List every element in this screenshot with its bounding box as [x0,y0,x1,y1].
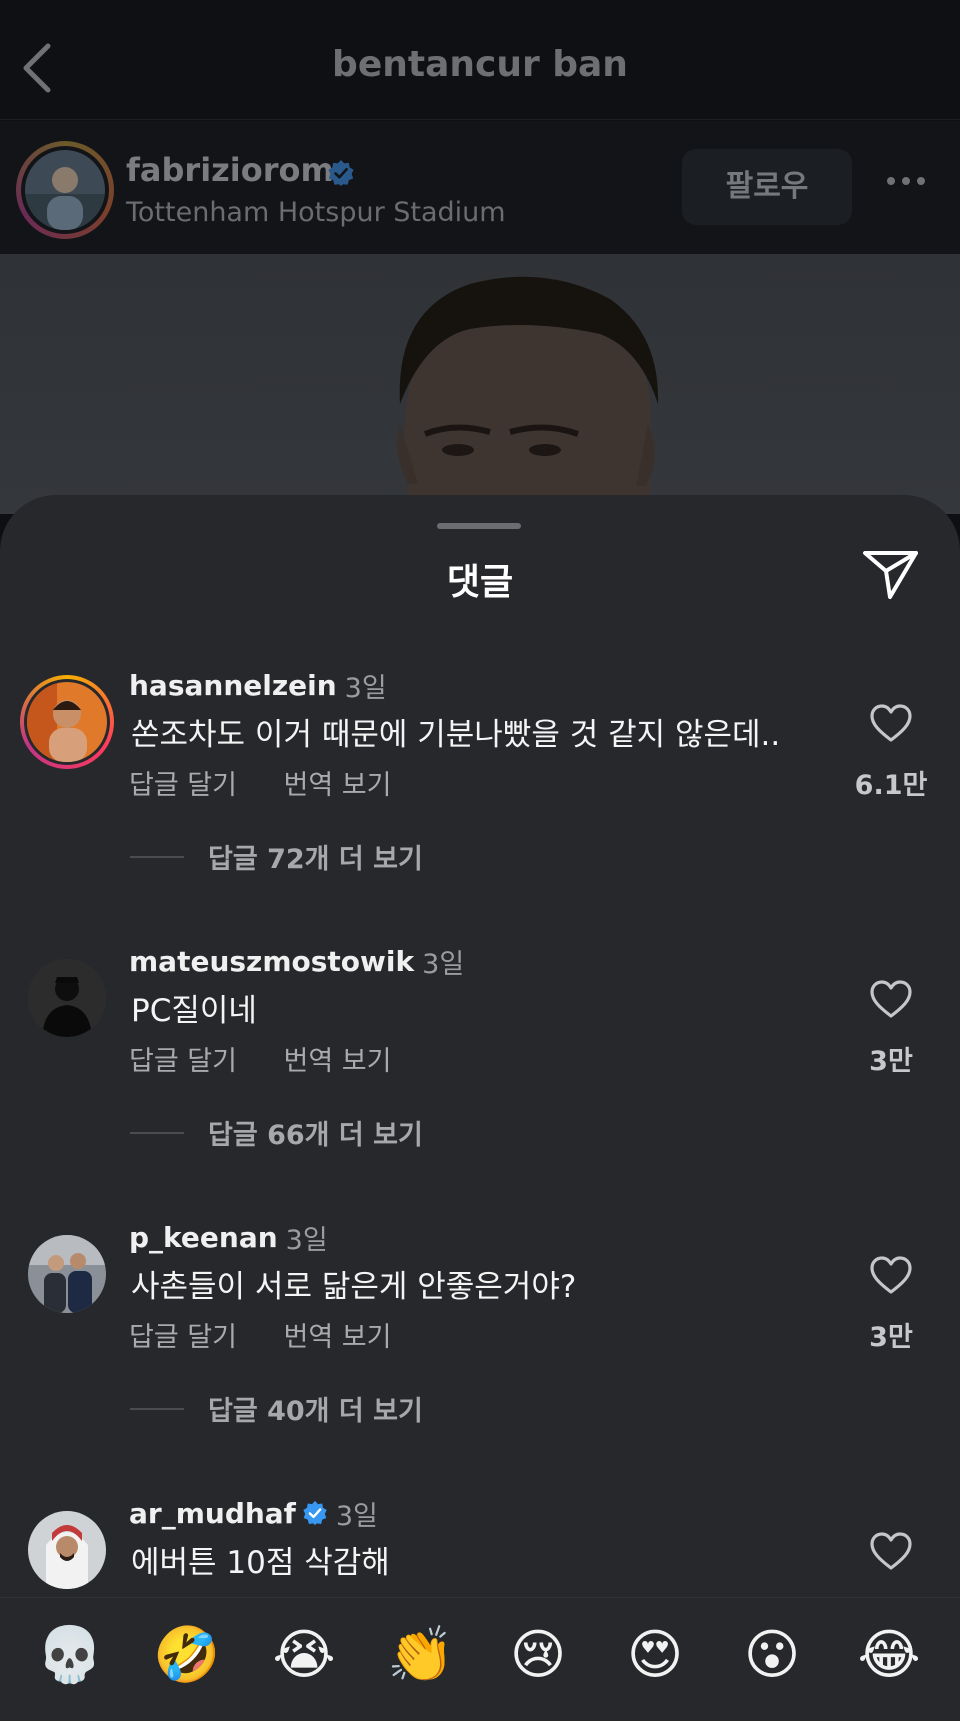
replies-divider [130,1407,184,1410]
player-photo [0,254,960,514]
avatar[interactable] [28,959,106,1037]
comment-time: 3일 [422,948,465,980]
translate-button[interactable]: 번역 보기 [284,770,392,801]
heart-icon[interactable] [869,703,913,743]
replies-divider [130,855,184,858]
comment-item: hasannelzein 3일 쏜조차도 이거 때문에 기분나빴을 것 같지 않… [0,665,960,915]
heart-icon[interactable] [869,1531,913,1571]
avatar-photo [28,1511,106,1589]
more-dots-icon[interactable] [886,175,926,187]
like-count: 6.1만 [854,770,928,801]
emoji-skull-button[interactable]: 💀 [30,1620,110,1690]
comment-username[interactable]: hasannelzein [129,669,337,702]
emoji-cry-button[interactable]: 😢 [498,1620,578,1690]
like-count: 3만 [869,1046,913,1077]
avatar[interactable] [20,675,114,769]
view-replies-button[interactable]: 답글 40개 더 보기 [130,1389,423,1428]
comment-username[interactable]: mateuszmostowik [129,945,414,978]
comment-text: 에버튼 10점 삭감해 [131,1545,390,1581]
emoji-heart-eyes-button[interactable]: 😍 [615,1620,695,1690]
post-image [0,254,960,514]
comment-username[interactable]: ar_mudhaf [129,1497,296,1530]
verified-badge-icon [303,1500,327,1526]
post-author-username[interactable]: fabriziorom [126,151,334,189]
view-replies-label: 답글 40개 더 보기 [208,1396,423,1427]
avatar-photo [28,1235,106,1313]
reply-button[interactable]: 답글 달기 [129,1046,237,1077]
emoji-surprised-button[interactable]: 😮 [732,1620,812,1690]
emoji-rofl-button[interactable]: 🤣 [147,1620,227,1690]
emoji-sob-button[interactable]: 😭 [264,1620,344,1690]
comment-text: 쏜조차도 이거 때문에 기분나빴을 것 같지 않은데.. [131,717,781,753]
comment-item: ar_mudhaf 3일 에버튼 10점 삭감해 [0,1493,960,1597]
replies-divider [130,1131,184,1134]
view-replies-button[interactable]: 답글 72개 더 보기 [130,837,423,876]
comment-time: 3일 [285,1224,328,1256]
post-author-avatar[interactable] [16,141,114,239]
translate-button[interactable]: 번역 보기 [284,1046,392,1077]
verified-badge-icon [328,160,354,186]
reply-button[interactable]: 답글 달기 [129,770,237,801]
view-replies-button[interactable]: 답글 66개 더 보기 [130,1113,423,1152]
emoji-clap-button[interactable]: 👏 [381,1620,461,1690]
like-count: 3만 [869,1322,913,1353]
top-bar: bentancur ban [0,0,960,120]
avatar[interactable] [28,1235,106,1313]
view-replies-label: 답글 72개 더 보기 [208,844,423,875]
post-header: fabriziorom Tottenham Hotspur Stadium 팔로… [0,121,960,254]
comment-item: p_keenan 3일 사촌들이 서로 닮은게 안좋은거야? 답글 달기 번역 … [0,1217,960,1467]
comment-text: 사촌들이 서로 닮은게 안좋은거야? [131,1269,577,1305]
view-replies-label: 답글 66개 더 보기 [208,1120,423,1151]
comment-time: 3일 [335,1500,378,1532]
reply-button[interactable]: 답글 달기 [129,1322,237,1353]
heart-icon[interactable] [869,979,913,1019]
comments-list[interactable]: hasannelzein 3일 쏜조차도 이거 때문에 기분나빴을 것 같지 않… [0,495,960,1597]
comment-time: 3일 [344,672,387,704]
avatar[interactable] [28,1511,106,1589]
avatar-photo [28,959,106,1037]
comment-username[interactable]: p_keenan [129,1221,278,1254]
heart-icon[interactable] [869,1255,913,1295]
emoji-joy-button[interactable]: 😂 [849,1620,929,1690]
avatar-photo [27,682,107,762]
page-title: bentancur ban [332,44,628,85]
comment-item: mateuszmostowik 3일 PC질이네 답글 달기 번역 보기 3만 … [0,941,960,1191]
post-location[interactable]: Tottenham Hotspur Stadium [126,197,506,228]
avatar-photo [25,150,105,230]
comments-sheet: 댓글 hasannelzein 3일 쏜조차도 이거 때문에 기분나빴을 것 같… [0,495,960,1721]
follow-button[interactable]: 팔로우 [682,149,852,225]
emoji-reaction-bar: 💀 🤣 😭 👏 😢 😍 😮 😂 [0,1597,960,1721]
translate-button[interactable]: 번역 보기 [284,1322,392,1353]
comment-text: PC질이네 [131,993,257,1029]
